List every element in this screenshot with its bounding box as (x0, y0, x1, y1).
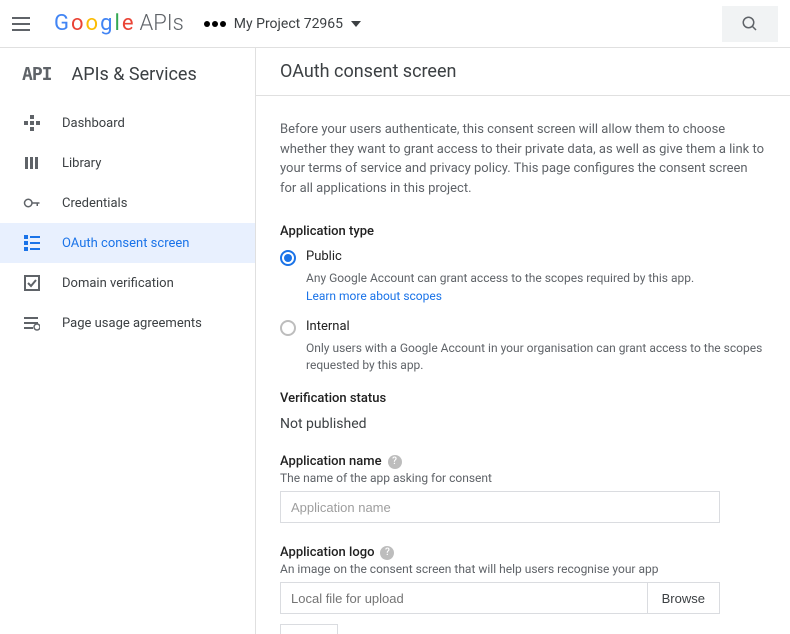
radio-public[interactable]: Public (280, 249, 766, 266)
sidebar-item-label: Domain verification (62, 276, 174, 291)
hamburger-menu-icon[interactable] (12, 12, 36, 36)
sidebar-title: APIs & Services (72, 64, 197, 85)
sidebar-item-label: Library (62, 156, 101, 171)
project-picker[interactable]: My Project 72965 (204, 16, 361, 32)
radio-label: Public (306, 249, 342, 264)
radio-public-input[interactable] (280, 250, 296, 266)
sidebar-item-label: Credentials (62, 196, 127, 211)
radio-internal[interactable]: Internal (280, 319, 766, 336)
consent-screen-icon (22, 233, 42, 253)
application-type-label: Application type (280, 224, 766, 239)
library-icon (22, 153, 42, 173)
project-name: My Project 72965 (234, 16, 343, 32)
radio-label: Internal (306, 319, 350, 334)
settings-list-icon (22, 313, 42, 333)
chevron-down-icon (351, 21, 361, 27)
search-icon (741, 15, 759, 33)
key-icon (22, 193, 42, 213)
sidebar-item-credentials[interactable]: Credentials (0, 183, 255, 223)
sidebar-item-label: Page usage agreements (62, 316, 202, 331)
application-name-label: Application name ? (280, 454, 766, 469)
page-title: OAuth consent screen (280, 61, 456, 82)
api-logo-icon: API (22, 64, 52, 85)
radio-description: Only users with a Google Account in your… (306, 340, 766, 374)
sidebar-item-label: OAuth consent screen (62, 236, 189, 251)
intro-text: Before your users authenticate, this con… (280, 120, 766, 198)
verification-status-label: Verification status (280, 391, 766, 406)
logo-preview (280, 624, 338, 634)
help-icon[interactable]: ? (388, 455, 402, 469)
help-icon[interactable]: ? (380, 546, 394, 560)
apis-label: APIs (139, 11, 183, 36)
browse-button[interactable]: Browse (647, 582, 720, 614)
sidebar-item-domain-verification[interactable]: Domain verification (0, 263, 255, 303)
field-label-text: Application name (280, 454, 382, 469)
sidebar-item-page-usage[interactable]: Page usage agreements (0, 303, 255, 343)
content-header: OAuth consent screen (256, 48, 790, 96)
field-label-text: Application logo (280, 545, 374, 560)
sidebar: API APIs & Services Dashboard Library Cr… (0, 48, 256, 634)
check-icon (22, 273, 42, 293)
google-apis-logo[interactable]: Google APIs (54, 11, 184, 36)
top-bar: Google APIs My Project 72965 (0, 0, 790, 48)
sidebar-item-oauth-consent[interactable]: OAuth consent screen (0, 223, 255, 263)
dashboard-icon (22, 113, 42, 133)
field-hint: An image on the consent screen that will… (280, 562, 766, 576)
scopes-link[interactable]: Learn more about scopes (306, 289, 766, 303)
sidebar-header[interactable]: API APIs & Services (0, 60, 255, 103)
verification-status-value: Not published (280, 416, 766, 432)
application-name-input[interactable] (280, 491, 720, 523)
sidebar-item-library[interactable]: Library (0, 143, 255, 183)
radio-internal-input[interactable] (280, 320, 296, 336)
application-logo-input[interactable] (280, 582, 647, 614)
application-logo-label: Application logo ? (280, 545, 766, 560)
project-icon (204, 21, 226, 27)
search-button[interactable] (722, 6, 778, 42)
main-content: OAuth consent screen Before your users a… (256, 48, 790, 634)
sidebar-item-label: Dashboard (62, 116, 125, 131)
field-hint: The name of the app asking for consent (280, 471, 766, 485)
sidebar-item-dashboard[interactable]: Dashboard (0, 103, 255, 143)
radio-description: Any Google Account can grant access to t… (306, 270, 766, 287)
